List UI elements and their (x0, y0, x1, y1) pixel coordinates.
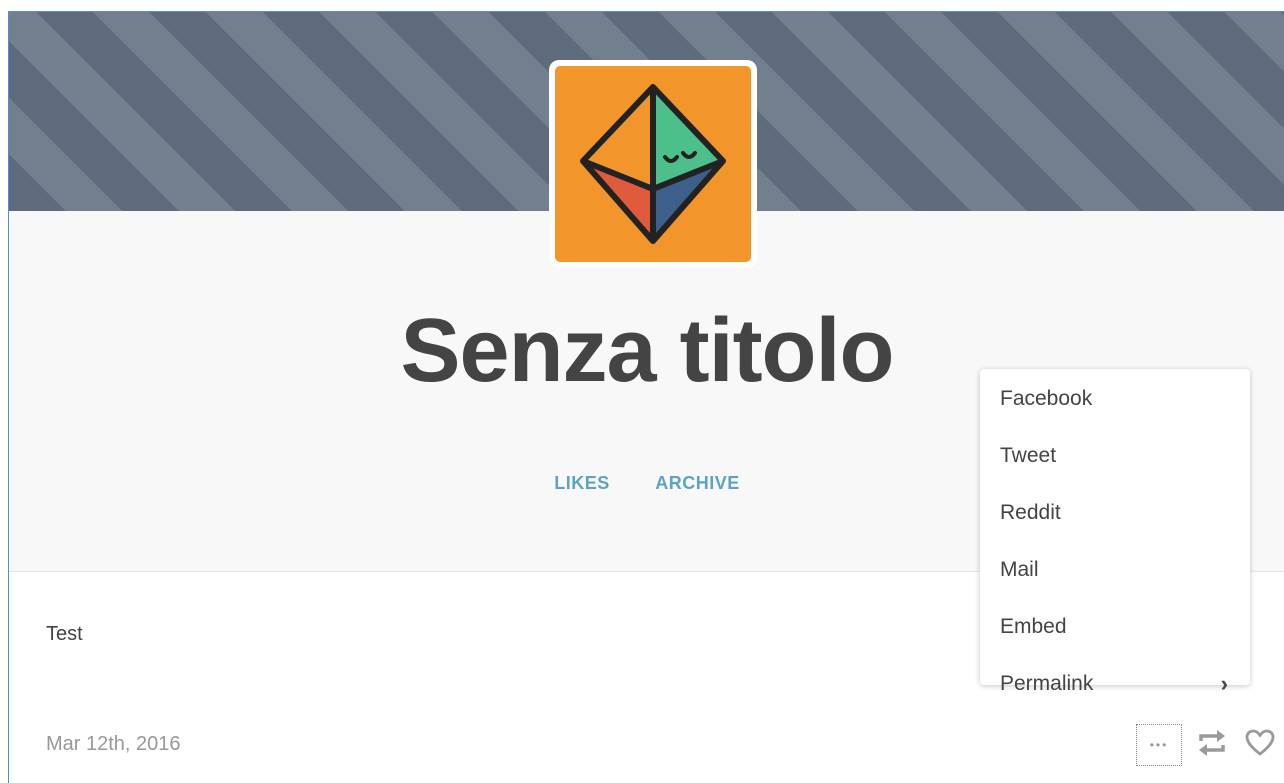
chevron-right-icon: › (1220, 671, 1228, 696)
nav-likes-link[interactable]: LIKES (554, 473, 610, 493)
blog-avatar[interactable] (549, 60, 757, 268)
share-reddit[interactable]: Reddit (980, 484, 1250, 541)
blog-page: Senza titolo LIKES ARCHIVE Test Mar 12th… (8, 11, 1284, 783)
share-mail[interactable]: Mail (980, 541, 1250, 598)
reblog-button[interactable] (1188, 723, 1236, 767)
share-permalink-label: Permalink (1000, 672, 1094, 695)
share-tweet[interactable]: Tweet (980, 427, 1250, 484)
post-body: Test (46, 623, 83, 645)
share-facebook-label: Facebook (1000, 387, 1093, 410)
share-tweet-label: Tweet (1000, 444, 1057, 467)
octahedron-face-icon (555, 66, 751, 262)
like-button[interactable] (1236, 723, 1284, 767)
post-actions: ••• (1136, 723, 1284, 767)
post-date[interactable]: Mar 12th, 2016 (46, 733, 181, 756)
more-icon: ••• (1149, 738, 1169, 752)
share-mail-label: Mail (1000, 558, 1039, 581)
share-reddit-label: Reddit (1000, 501, 1061, 524)
share-permalink[interactable]: Permalink › (980, 655, 1250, 712)
reblog-icon (1195, 728, 1229, 763)
share-embed[interactable]: Embed (980, 598, 1250, 655)
share-menu: Facebook Tweet Reddit Mail Embed Permali… (980, 369, 1250, 696)
share-facebook[interactable]: Facebook (980, 370, 1250, 427)
nav-archive-link[interactable]: ARCHIVE (655, 473, 740, 493)
share-embed-label: Embed (1000, 615, 1067, 638)
heart-icon (1245, 729, 1275, 762)
share-menu-button[interactable]: ••• (1136, 724, 1182, 766)
